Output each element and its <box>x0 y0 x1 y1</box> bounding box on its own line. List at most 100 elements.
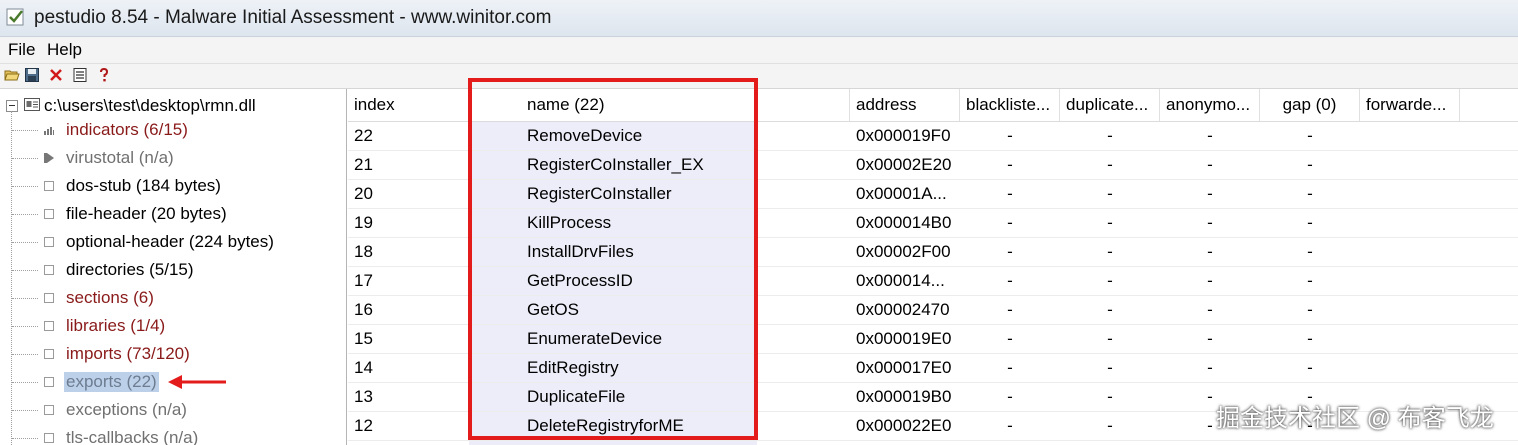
table-cell: 0x00001A... <box>856 184 947 203</box>
box-icon <box>44 377 54 387</box>
table-cell: - <box>1207 155 1213 174</box>
table-cell: - <box>1307 358 1313 377</box>
table-cell: - <box>1107 184 1113 203</box>
tree-item[interactable]: virustotal (n/a) <box>0 145 346 173</box>
table-cell: EditRegistry <box>527 358 619 377</box>
tree-item-label: libraries (1/4) <box>66 316 166 335</box>
tree-pane: c:\users\test\desktop\rmn.dll indicators… <box>0 89 347 445</box>
table-cell: - <box>1207 242 1213 261</box>
save-icon[interactable] <box>24 67 40 83</box>
delete-icon[interactable] <box>48 67 64 83</box>
table-cell: 0x000019F0 <box>856 126 951 145</box>
table-cell: - <box>1207 213 1213 232</box>
table-cell: 16 <box>354 300 373 319</box>
table-cell: - <box>1107 416 1113 435</box>
column-header[interactable]: forwarde... <box>1360 89 1460 121</box>
column-header[interactable]: index <box>348 89 469 121</box>
table-cell: 12 <box>354 416 373 435</box>
table-cell: 18 <box>354 242 373 261</box>
table-cell: - <box>1007 416 1013 435</box>
table-cell: KillProcess <box>527 213 612 232</box>
tree-item[interactable]: exceptions (n/a) <box>0 397 346 425</box>
window-title: pestudio 8.54 - Malware Initial Assessme… <box>34 7 552 28</box>
help-icon[interactable] <box>96 67 112 83</box>
table-row[interactable]: 21 RegisterCoInstaller_EX 0x00002E20 - - - - <box>348 150 1518 180</box>
tree-item[interactable]: sections (6) <box>0 285 346 313</box>
tree-connector <box>12 298 38 299</box>
table-cell: 0x000014... <box>856 271 945 290</box>
tree-connector <box>12 382 38 383</box>
column-header[interactable]: anonymo... <box>1160 89 1260 121</box>
table-cell: - <box>1107 271 1113 290</box>
table-cell: 13 <box>354 387 373 406</box>
table-cell: - <box>1007 329 1013 348</box>
tree-item[interactable]: directories (5/15) <box>0 257 346 285</box>
list-icon[interactable] <box>72 67 88 83</box>
table-cell: 20 <box>354 184 373 203</box>
menu-bar: File Help <box>0 37 1518 64</box>
box-icon <box>44 405 54 415</box>
table-cell: 0x00002E20 <box>856 155 952 174</box>
column-header[interactable]: blackliste... <box>960 89 1060 121</box>
table-cell: - <box>1207 329 1213 348</box>
column-header[interactable]: gap (0) <box>1260 89 1360 121</box>
collapse-icon[interactable] <box>6 100 18 112</box>
indicators-icon <box>44 127 54 135</box>
table-row[interactable]: 22 RemoveDevice 0x000019F0 - - - - <box>348 121 1518 151</box>
table-cell: 19 <box>354 213 373 232</box>
table-row[interactable]: 14 EditRegistry 0x000017E0 - - - - <box>348 353 1518 383</box>
exports-table: index name (22) address blackliste... duplic… <box>348 89 1518 445</box>
tree-item-label: tls-callbacks (n/a) <box>66 428 199 445</box>
table-cell: - <box>1207 184 1213 203</box>
annotation-arrow <box>168 375 226 389</box>
tree-item[interactable]: imports (73/120) <box>0 341 346 369</box>
tree-item[interactable]: file-header (20 bytes) <box>0 201 346 229</box>
column-header[interactable]: duplicate... <box>1060 89 1160 121</box>
table-cell: InstallDrvFiles <box>527 242 634 261</box>
tree-item[interactable]: libraries (1/4) <box>0 313 346 341</box>
open-icon[interactable] <box>4 67 20 83</box>
box-icon <box>44 181 54 191</box>
table-row[interactable]: 18 InstallDrvFiles 0x00002F00 - - - - <box>348 237 1518 267</box>
table-cell: - <box>1007 242 1013 261</box>
tree-item-label: sections (6) <box>66 288 154 307</box>
table-row[interactable]: 17 GetProcessID 0x000014... - - - - <box>348 266 1518 296</box>
table-cell: 0x000019B0 <box>856 387 952 406</box>
table-cell: - <box>1107 300 1113 319</box>
table-cell: 0x000019E0 <box>856 329 952 348</box>
table-cell: 21 <box>354 155 373 174</box>
tree-item-label: file-header (20 bytes) <box>66 204 227 223</box>
tree-item-label: virustotal (n/a) <box>66 148 174 167</box>
table-cell: EnumerateDevice <box>527 329 663 348</box>
table-cell: 0x00002470 <box>856 300 950 319</box>
tree-item-label: indicators (6/15) <box>66 120 188 139</box>
table-cell: - <box>1007 155 1013 174</box>
tree-item[interactable]: tls-callbacks (n/a) <box>0 425 346 445</box>
table-cell: - <box>1107 126 1113 145</box>
tree-item[interactable]: dos-stub (184 bytes) <box>0 173 346 201</box>
table-cell: 0x000017E0 <box>856 358 952 377</box>
menu-help[interactable]: Help <box>47 40 82 60</box>
table-cell: 22 <box>354 126 373 145</box>
menu-file[interactable]: File <box>8 40 35 60</box>
virustotal-icon <box>44 153 54 163</box>
tree-connector <box>12 410 38 411</box>
table-cell: - <box>1207 300 1213 319</box>
table-cell: - <box>1207 126 1213 145</box>
tree-item-label: imports (73/120) <box>66 344 190 363</box>
tree-connector <box>12 242 38 243</box>
box-icon <box>44 321 54 331</box>
tree-item[interactable]: indicators (6/15) <box>0 117 346 145</box>
tree-connector <box>12 438 38 439</box>
table-row[interactable]: 20 RegisterCoInstaller 0x00001A... - - - - <box>348 179 1518 209</box>
column-header[interactable]: name (22) <box>469 89 850 121</box>
table-row[interactable]: 15 EnumerateDevice 0x000019E0 - - - - <box>348 324 1518 354</box>
column-header[interactable]: address <box>850 89 960 121</box>
tree-root[interactable]: c:\users\test\desktop\rmn.dll <box>0 95 346 119</box>
table-row[interactable]: 19 KillProcess 0x000014B0 - - - - <box>348 208 1518 238</box>
toolbar <box>0 64 1518 89</box>
file-icon <box>24 98 40 111</box>
table-row[interactable]: 16 GetOS 0x00002470 - - - - <box>348 295 1518 325</box>
tree-item[interactable]: optional-header (224 bytes) <box>0 229 346 257</box>
tree-item-label: exports (22) <box>64 372 159 392</box>
